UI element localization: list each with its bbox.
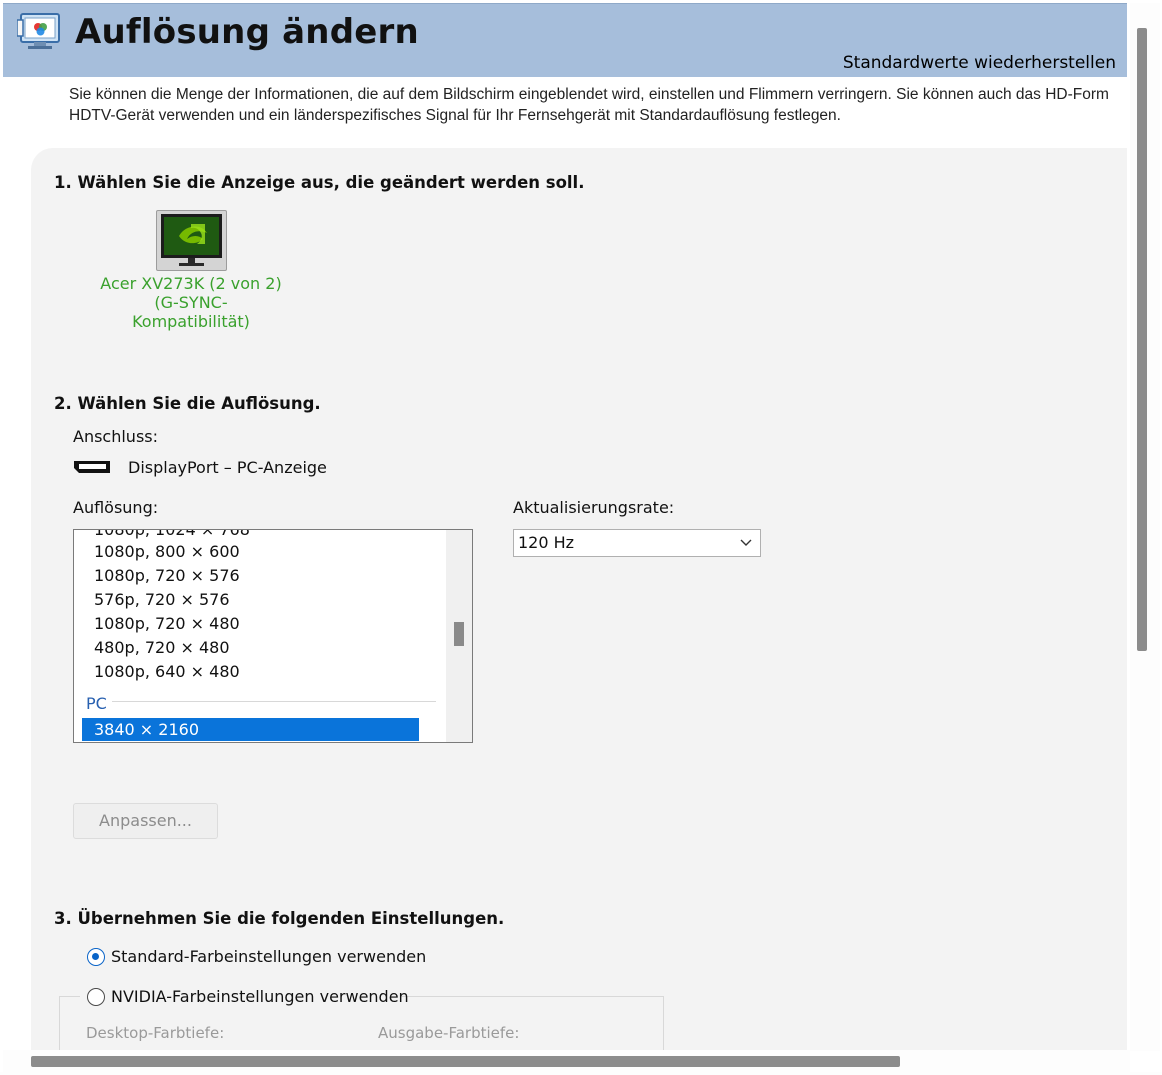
intro-text: Sie können die Menge der Informationen, … [69,84,1129,126]
display-settings-icon [16,12,63,52]
list-item[interactable]: 576p, 720 × 576 [94,589,230,611]
intro-line-2: HDTV-Gerät verwenden und ein länderspezi… [69,107,841,124]
selected-resolution-label: 3840 × 2160 [94,720,200,739]
list-item[interactable]: 1080p, 720 × 576 [94,565,240,587]
list-item-selected[interactable]: 3840 × 2160 [82,718,419,741]
resolution-list[interactable]: 1080p, 1024 × 768 1080p, 800 × 600 1080p… [73,529,473,743]
connection-value: DisplayPort – PC-Anzeige [128,458,327,477]
nvidia-color-label[interactable]: NVIDIA-Farbeinstellungen verwenden [111,987,409,1007]
default-color-radio[interactable] [87,948,105,966]
list-item[interactable]: 480p, 720 × 480 [94,637,230,659]
refresh-rate-select[interactable]: 120 Hz [513,529,761,557]
vertical-scroll-thumb[interactable] [1137,28,1147,651]
chevron-down-icon [738,534,754,550]
display-caption[interactable]: Acer XV273K (2 von 2) (G-SYNC-Kompatibil… [96,274,286,331]
horizontal-scroll-thumb[interactable] [31,1056,900,1067]
refresh-rate-label: Aktualisierungsrate: [513,498,675,517]
connection-label: Anschluss: [73,427,159,446]
group-divider [112,701,436,702]
step1-heading: 1. Wählen Sie die Anzeige aus, die geänd… [54,173,585,192]
desktop-color-depth-label: Desktop-Farbtiefe: [86,1024,225,1042]
display-name: Acer XV273K (2 von 2) [100,274,282,293]
restore-defaults-link[interactable]: Standardwerte wiederherstellen [843,52,1116,74]
page-header: Auflösung ändern Standardwerte wiederher… [3,3,1127,77]
nvidia-monitor-icon [161,214,222,266]
list-item[interactable]: 1080p, 800 × 600 [94,541,240,563]
list-item[interactable]: 1080p, 640 × 480 [94,661,240,683]
refresh-rate-value: 120 Hz [518,533,575,552]
output-color-depth-label: Ausgabe-Farbtiefe: [378,1024,520,1042]
resolution-label: Auflösung: [73,498,159,517]
nvidia-color-radio[interactable] [87,988,105,1006]
step3-heading: 3. Übernehmen Sie die folgenden Einstell… [54,909,505,928]
default-color-label[interactable]: Standard-Farbeinstellungen verwenden [111,947,426,967]
display-subtitle: (G-SYNC-Kompatibilität) [132,293,250,331]
resolution-list-scroll-thumb[interactable] [454,622,464,646]
list-item[interactable]: 1080p, 720 × 480 [94,613,240,635]
display-tile[interactable] [156,210,227,271]
list-item[interactable]: 1080p, 1024 × 768 [94,530,250,541]
step2-heading: 2. Wählen Sie die Auflösung. [54,394,321,413]
list-group-header: PC [86,694,107,713]
displayport-icon [73,460,111,474]
intro-line-1: Sie können die Menge der Informationen, … [69,86,1109,103]
page-title: Auflösung ändern [75,12,419,52]
customize-button[interactable]: Anpassen... [73,803,218,839]
